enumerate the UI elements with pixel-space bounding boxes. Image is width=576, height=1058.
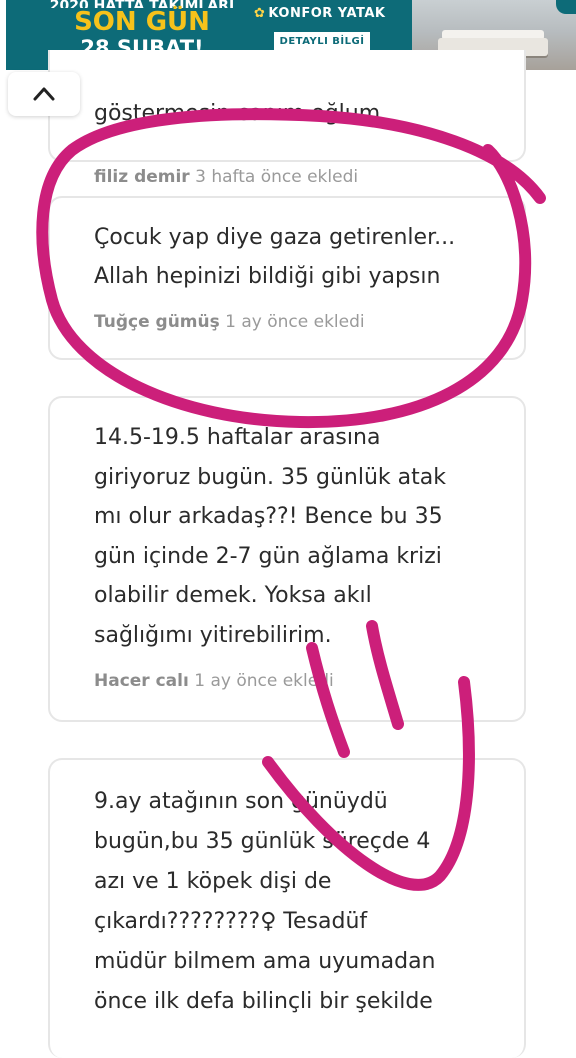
ad-headline: SON GÜN [74, 7, 210, 37]
comment-author[interactable]: Tuğçe gümüş [94, 312, 220, 332]
collapse-button[interactable] [8, 72, 80, 116]
comment-line: önce ilk defa bilinçli bir şekilde [94, 989, 433, 1014]
comment-line: azı ve 1 köpek dişi de [94, 869, 332, 894]
comment-line: 14.5-19.5 haftalar arasına [94, 425, 381, 450]
comment-time: 1 ay önce ekledi [225, 312, 365, 332]
comment-line: çıkardı????????♀ Tesadüf [94, 909, 368, 934]
comment-card: göstermesin canım oğlum filiz demir 3 ha… [48, 50, 526, 187]
ad-details-button[interactable]: DETAYLI BİLGİ [274, 32, 370, 52]
comment-text: 14.5-19.5 haftalar arasına giriyoruz bug… [94, 398, 488, 655]
comment-line: bugün,bu 35 günlük süreçde 4 [94, 829, 431, 854]
ad-brand: ✿ KONFOR YATAK [254, 6, 386, 21]
comment-meta: Hacer calı 1 ay önce ekledi [94, 671, 488, 691]
comment-line: 9.ay atağının son günüydü [94, 789, 388, 814]
ad-close-icon[interactable] [556, 0, 576, 14]
comment-line: gün içinde 2-7 gün ağlama krizi [94, 543, 442, 569]
comment-meta: Tuğçe gümüş 1 ay önce ekledi [94, 312, 488, 332]
comment-text: Çocuk yap diye gaza getirenler... Allah … [94, 198, 488, 296]
comment-line: Çocuk yap diye gaza getirenler... [94, 225, 456, 250]
comment-text: göstermesin canım oğlum [94, 101, 381, 126]
comment-author[interactable]: Hacer calı [94, 671, 189, 691]
comment-card: 14.5-19.5 haftalar arasına giriyoruz bug… [48, 396, 526, 722]
comment-time: 3 hafta önce ekledi [195, 167, 359, 187]
comment-line: müdür bilmem ama uyumadan [94, 949, 436, 974]
comment-meta: filiz demir 3 hafta önce ekledi [94, 167, 358, 187]
comment-author[interactable]: filiz demir [94, 167, 190, 187]
chevron-up-icon [33, 87, 55, 101]
comment-text: 9.ay atağının son günüydü bugün,bu 35 gü… [94, 760, 488, 1022]
comment-line: giriyoruz bugün. 35 günlük atak [94, 464, 446, 490]
comment-card: 9.ay atağının son günüydü bugün,bu 35 gü… [48, 758, 526, 1058]
comment-line: Allah hepinizi bildiği gibi yapsın [94, 264, 441, 289]
comment-card: Çocuk yap diye gaza getirenler... Allah … [48, 196, 526, 360]
comment-line: sağlığımı yitirebilirim. [94, 622, 332, 648]
comment-line: olabilir demek. Yoksa akıl [94, 583, 372, 608]
ad-brand-name: KONFOR YATAK [268, 6, 386, 21]
comment-time: 1 ay önce ekledi [194, 671, 334, 691]
brand-logo-icon: ✿ [254, 6, 266, 21]
comment-line: mı olur arkadaş??! Bence bu 35 [94, 504, 443, 529]
